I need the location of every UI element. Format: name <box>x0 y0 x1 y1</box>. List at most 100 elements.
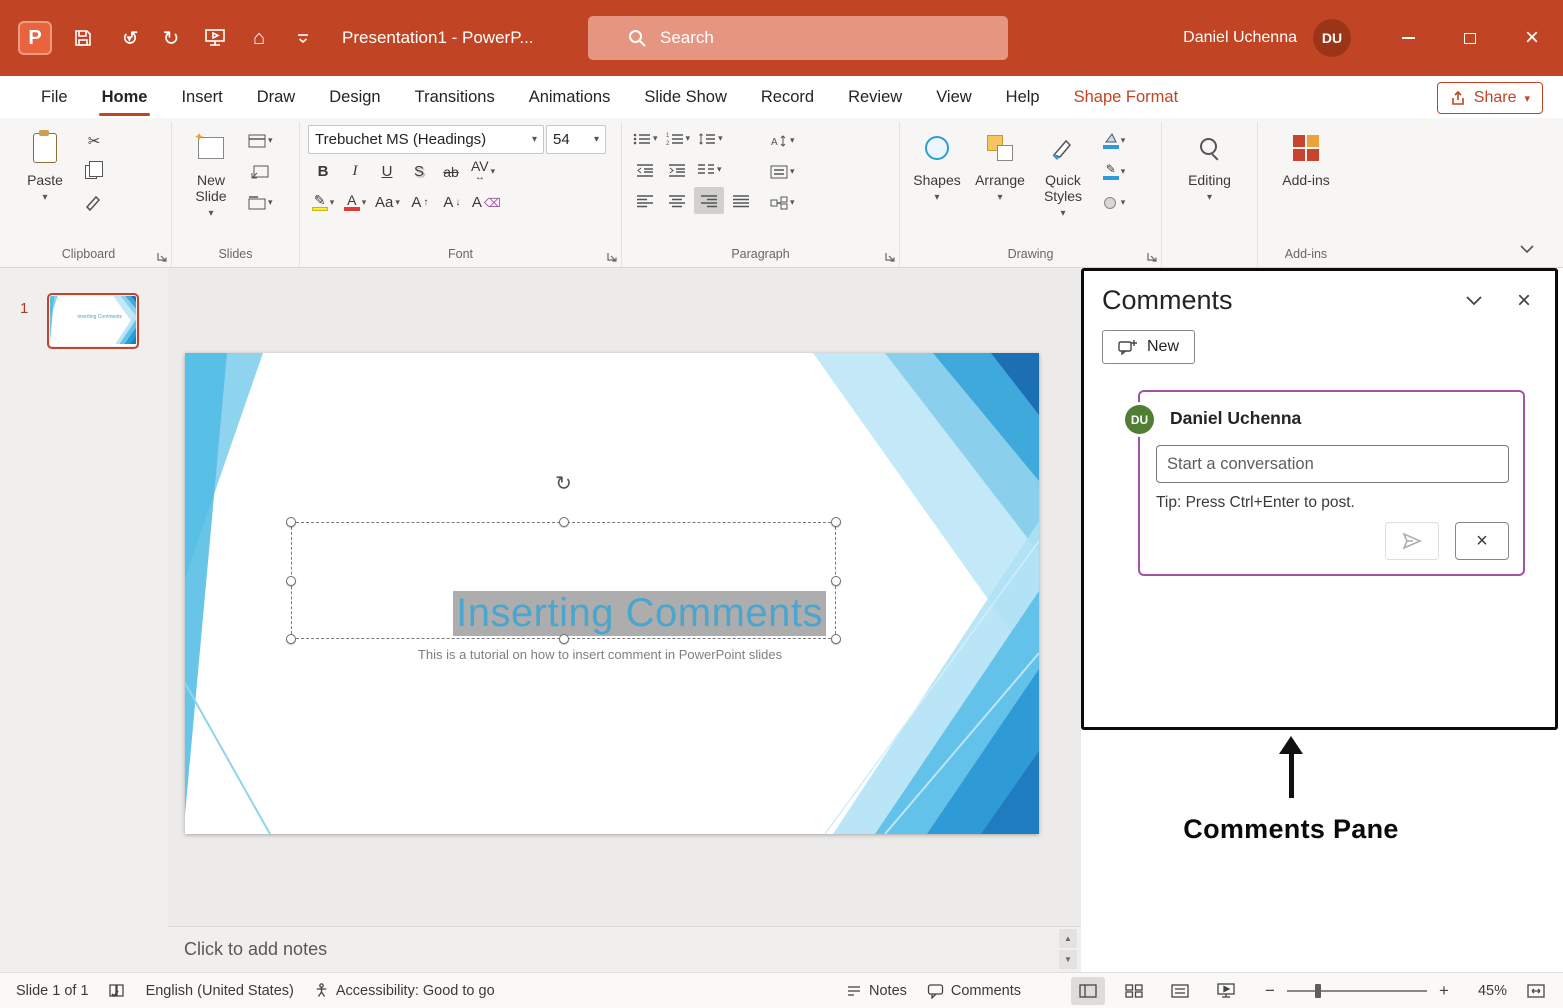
home-button[interactable]: ⌂ <box>246 25 272 51</box>
slide[interactable]: ↻ Inserting Comments This is a tutorial … <box>185 353 1039 834</box>
tab-review[interactable]: Review <box>831 76 919 118</box>
increase-font-button[interactable]: A ↑ <box>405 189 435 216</box>
numbering-dropdown-icon[interactable]: ▾ <box>686 133 691 144</box>
drawing-dialog-launcher[interactable] <box>1146 250 1158 262</box>
smartart-dropdown-icon[interactable]: ▾ <box>790 197 795 208</box>
view-normal-button[interactable] <box>1071 976 1105 1005</box>
addins-button[interactable]: Add-ins <box>1275 125 1337 229</box>
align-right-button[interactable] <box>694 187 724 214</box>
share-dropdown-icon[interactable]: ▾ <box>1524 92 1530 105</box>
share-button[interactable]: Share ▾ <box>1436 82 1543 114</box>
resize-handle-n[interactable] <box>558 517 569 527</box>
zoom-slider-thumb[interactable] <box>1315 983 1321 998</box>
arrange-dropdown-icon[interactable]: ▾ <box>997 190 1002 206</box>
comments-toggle-button[interactable]: Comments <box>927 983 1021 999</box>
zoom-level[interactable]: 45% <box>1463 983 1507 999</box>
font-color-dropdown-icon[interactable]: ▾ <box>362 197 367 208</box>
resize-handle-nw[interactable] <box>286 517 296 527</box>
underline-button[interactable]: U <box>372 158 402 185</box>
zoom-out-button[interactable]: − <box>1263 981 1277 1001</box>
rotation-handle[interactable]: ↻ <box>555 471 572 496</box>
powerpoint-logo-icon[interactable]: P <box>18 21 52 55</box>
tab-draw[interactable]: Draw <box>240 76 313 118</box>
paragraph-dialog-launcher[interactable] <box>884 250 896 262</box>
justify-button[interactable] <box>726 187 756 214</box>
copy-button[interactable]: ▾ <box>79 158 109 185</box>
text-shadow-button[interactable]: S <box>404 158 434 185</box>
cancel-comment-button[interactable]: × <box>1455 522 1509 560</box>
shape-effects-dropdown-icon[interactable]: ▾ <box>1121 197 1126 208</box>
change-case-dropdown-icon[interactable]: ▾ <box>395 197 400 208</box>
decrease-font-button[interactable]: A ↓ <box>437 189 467 216</box>
pane-close-icon[interactable]: × <box>1517 288 1531 313</box>
shape-fill-dropdown-icon[interactable]: ▾ <box>1121 135 1126 146</box>
slide-thumbnail[interactable]: Inserting Comments <box>47 293 139 349</box>
tab-insert[interactable]: Insert <box>164 76 239 118</box>
language-button[interactable]: English (United States) <box>146 983 294 999</box>
view-slideshow-button[interactable] <box>1209 977 1243 1005</box>
resize-handle-ne[interactable] <box>831 517 841 527</box>
notes-toggle-button[interactable]: Notes <box>846 983 907 999</box>
zoom-in-button[interactable]: + <box>1437 981 1451 1001</box>
section-dropdown-icon[interactable]: ▾ <box>268 197 273 208</box>
tab-shape-format[interactable]: Shape Format <box>1057 76 1196 118</box>
columns-dropdown-icon[interactable]: ▾ <box>717 164 722 175</box>
spellcheck-button[interactable] <box>108 983 126 998</box>
character-spacing-button[interactable]: AV ↔ ▾ <box>468 158 498 185</box>
font-color-button[interactable]: A ▾ <box>340 189 370 216</box>
decrease-indent-button[interactable] <box>630 156 660 183</box>
zoom-slider[interactable] <box>1287 983 1427 999</box>
editing-dropdown-icon[interactable]: ▾ <box>1207 190 1212 206</box>
shape-outline-dropdown-icon[interactable]: ▾ <box>1121 166 1126 177</box>
tab-view[interactable]: View <box>919 76 988 118</box>
search-bar[interactable]: Search <box>588 16 1008 60</box>
tab-animations[interactable]: Animations <box>512 76 628 118</box>
cut-button[interactable]: ✂ <box>79 127 109 154</box>
bullets-dropdown-icon[interactable]: ▾ <box>653 133 658 144</box>
new-slide-button[interactable]: New Slide ▾ <box>180 125 242 229</box>
convert-smartart-button[interactable]: ▾ <box>767 189 798 216</box>
undo-button[interactable]: ↺ ▾ <box>114 25 140 51</box>
resize-handle-se[interactable] <box>831 634 841 644</box>
line-spacing-dropdown-icon[interactable]: ▾ <box>718 133 723 144</box>
increase-indent-button[interactable] <box>662 156 692 183</box>
shapes-dropdown-icon[interactable]: ▾ <box>934 190 939 206</box>
change-case-button[interactable]: Aa ▾ <box>372 189 403 216</box>
tab-design[interactable]: Design <box>312 76 397 118</box>
tab-record[interactable]: Record <box>744 76 831 118</box>
tab-slide-show[interactable]: Slide Show <box>627 76 744 118</box>
editing-button[interactable]: Editing ▾ <box>1179 125 1241 229</box>
strikethrough-button[interactable]: ab <box>436 158 466 185</box>
clipboard-dialog-launcher[interactable] <box>156 250 168 262</box>
tab-help[interactable]: Help <box>989 76 1057 118</box>
tab-transitions[interactable]: Transitions <box>398 76 512 118</box>
close-button[interactable]: × <box>1501 0 1563 76</box>
italic-button[interactable]: I <box>340 158 370 185</box>
tab-home[interactable]: Home <box>85 76 165 118</box>
accessibility-button[interactable]: Accessibility: Good to go <box>314 983 495 999</box>
view-reading-button[interactable] <box>1163 977 1197 1005</box>
view-slide-sorter-button[interactable] <box>1117 977 1151 1005</box>
arrange-button[interactable]: Arrange ▾ <box>969 125 1031 229</box>
text-highlight-button[interactable]: ✎ ▾ <box>308 189 338 216</box>
title-textbox[interactable]: ↻ Inserting Comments <box>286 473 841 644</box>
align-center-button[interactable] <box>662 187 692 214</box>
user-name[interactable]: Daniel Uchenna <box>1183 29 1297 47</box>
quick-styles-dropdown-icon[interactable]: ▾ <box>1060 206 1065 222</box>
user-avatar[interactable]: DU <box>1313 19 1351 57</box>
font-dialog-launcher[interactable] <box>606 250 618 262</box>
pane-collapse-chevron-icon[interactable] <box>1465 295 1483 306</box>
notes-placeholder[interactable]: Click to add notes <box>184 939 327 960</box>
post-comment-button[interactable] <box>1385 522 1439 560</box>
scroll-down-button[interactable]: ▼ <box>1059 950 1077 969</box>
text-direction-button[interactable]: A ▾ <box>767 127 798 154</box>
new-comment-button[interactable]: New <box>1102 330 1196 364</box>
bold-button[interactable]: B <box>308 158 338 185</box>
start-slideshow-button[interactable] <box>202 25 228 51</box>
paste-dropdown-icon[interactable]: ▾ <box>42 190 47 206</box>
slide-title-text[interactable]: Inserting Comments <box>453 591 826 636</box>
quick-styles-button[interactable]: Quick Styles ▾ <box>1034 125 1092 229</box>
new-slide-dropdown-icon[interactable]: ▾ <box>208 206 213 222</box>
maximize-button[interactable] <box>1439 0 1501 76</box>
font-size-select[interactable]: 54 ▾ <box>546 125 606 154</box>
